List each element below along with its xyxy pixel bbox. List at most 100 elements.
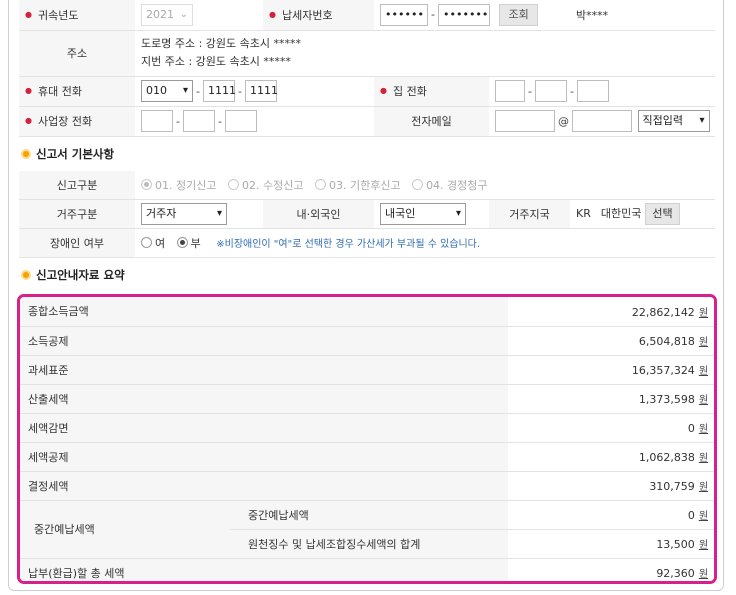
dash-separator: - (196, 84, 200, 98)
summary-row-value: 13,500 원 (508, 529, 714, 559)
year-select-value: 2021 (146, 7, 174, 21)
year-label: ● 귀속년도 (19, 0, 135, 31)
report-type-option-4[interactable]: 04. 경정청구 (412, 178, 495, 192)
required-mark-icon: ● (380, 86, 387, 95)
chevron-down-icon: ▾ (216, 208, 222, 219)
summary-section-title-text: 신고안내자료 요약 (36, 268, 125, 282)
region-name: 대한민국 (600, 207, 642, 220)
home-phone-mid-field[interactable] (534, 80, 567, 102)
nationality-select[interactable]: 내국인 ▾ (380, 203, 466, 225)
nationality-select-value: 내국인 (385, 207, 416, 220)
value-text: 92,360 (656, 567, 695, 580)
value-text: 1,062,838 (638, 451, 695, 464)
email-label: 전자메일 (374, 106, 489, 137)
currency-unit: 원 (698, 424, 709, 435)
summary-row-value: 1,373,598 원 (508, 384, 714, 414)
report-type-option-3[interactable]: 03. 기한후신고 (314, 178, 409, 192)
required-mark-icon: ● (269, 9, 276, 19)
value-text: 1,373,598 (638, 393, 695, 406)
home-phone-last-field[interactable] (576, 80, 609, 102)
summary-section-title: 신고안내자료 요약 (19, 258, 715, 292)
residence-select[interactable]: 거주자 ▾ (141, 203, 227, 225)
radio-icon (141, 237, 152, 248)
disabled-no-radio[interactable]: 부 (176, 237, 213, 250)
currency-unit: 원 (698, 453, 709, 464)
report-type-option-1[interactable]: 01. 정기신고 (141, 178, 224, 192)
summary-row-value: 16,357,324 원 (508, 355, 714, 385)
value-text: 0 (687, 509, 695, 522)
taxpayer-info-table: ● 귀속년도 2021 ⌄ ● 납세자번호 •••••• - ••••••• 조회 박**… (19, 0, 716, 137)
work-phone-label-text: 사업장 전화 (37, 115, 93, 128)
email-domain-field[interactable] (572, 110, 632, 132)
currency-unit: 원 (698, 482, 709, 493)
home-phone-label: ● 집 전화 (374, 76, 489, 107)
summary-row-label: 세액공제 (20, 442, 509, 472)
summary-row-label: 결정세액 (20, 471, 509, 501)
disabled-yes-text: 여 (155, 237, 166, 250)
report-type-option-2[interactable]: 02. 수정신고 (227, 178, 311, 192)
basic-section-title-text: 신고서 기본사항 (36, 146, 115, 161)
value-text: 0 (687, 422, 695, 435)
form-inner: ● 귀속년도 2021 ⌄ ● 납세자번호 •••••• - ••••••• 조회 박**… (19, 0, 716, 292)
region-select-button[interactable]: 선택 (645, 203, 680, 225)
currency-unit: 원 (698, 395, 709, 406)
chevron-down-icon: ▾ (182, 85, 188, 96)
mobile-prefix-select[interactable]: 010 ▾ (141, 80, 193, 102)
section-bullet-icon (21, 270, 31, 280)
mobile-last-field[interactable]: 1111 (244, 80, 278, 102)
summary-row-label: 산출세액 (20, 384, 509, 414)
disabled-note: ※비장애인이 "여"로 선택한 경우 가산세가 부과될 수 있습니다. (216, 239, 481, 250)
required-mark-icon: ● (25, 9, 32, 19)
value-text: 22,862,142 (631, 305, 695, 319)
summary-row-value: 22,862,142 원 (508, 297, 714, 327)
interim-label: 중간예납세액 (20, 500, 230, 559)
residence-label: 거주구분 (19, 199, 135, 229)
dash-separator: - (176, 114, 180, 128)
summary-row-label: 종합소득금액 (20, 297, 509, 327)
email-domain-select[interactable]: 직접입력 ▾ (637, 110, 710, 132)
mobile-label-text: 휴대 전화 (37, 85, 82, 98)
report-type-option-4-text: 04. 경정청구 (426, 178, 488, 192)
home-phone-area-field[interactable] (495, 80, 525, 102)
year-select[interactable]: 2021 ⌄ (141, 3, 193, 26)
currency-unit: 원 (698, 366, 709, 377)
interim-sub-label: 중간예납세액 (230, 500, 509, 530)
work-phone-mid-field[interactable] (182, 110, 215, 132)
required-mark-icon: ● (25, 86, 32, 95)
value-text: 13,500 (656, 538, 695, 551)
nationality-label: 내·외국인 (263, 199, 374, 229)
region-code: KR (576, 207, 591, 220)
home-phone-label-text: 집 전화 (392, 85, 427, 98)
value-text: 16,357,324 (631, 364, 695, 377)
summary-highlight-box: 종합소득금액 22,862,142 원 소득공제 6,504,818 원 과세표준 16,… (17, 294, 717, 584)
currency-unit: 원 (698, 511, 709, 522)
report-type-option-3-text: 03. 기한후신고 (328, 178, 401, 192)
currency-unit: 원 (698, 540, 709, 551)
lookup-button[interactable]: 조회 (499, 3, 538, 26)
form-panel: ● 귀속년도 2021 ⌄ ● 납세자번호 •••••• - ••••••• 조회 박**… (8, 0, 724, 591)
summary-row-value: 310,759 원 (508, 471, 714, 501)
radio-icon (412, 178, 424, 190)
year-label-text: 귀속년도 (37, 8, 79, 22)
taxid-field-front[interactable]: •••••• (380, 3, 428, 26)
work-phone-area-field[interactable] (141, 110, 173, 132)
summary-row-label: 세액감면 (20, 413, 509, 443)
work-phone-last-field[interactable] (224, 110, 257, 132)
mobile-prefix-value: 010 (146, 84, 167, 97)
road-address: 도로명 주소 : 강원도 속초시 ***** (141, 37, 302, 50)
email-id-field[interactable] (495, 110, 555, 132)
currency-unit: 원 (698, 569, 709, 580)
email-at-sign: @ (558, 114, 569, 128)
radio-icon (176, 237, 188, 248)
final-tax-value: 92,360 원 (508, 558, 714, 581)
disabled-no-text: 부 (190, 237, 201, 250)
report-type-label: 신고구분 (19, 170, 135, 200)
section-bullet-icon (21, 148, 31, 159)
disabled-yes-radio[interactable]: 여 (141, 237, 173, 250)
value-text: 310,759 (649, 480, 695, 493)
residence-select-value: 거주자 (146, 207, 177, 220)
taxid-field-back[interactable]: ••••••• (437, 3, 490, 26)
work-phone-label: ● 사업장 전화 (19, 106, 135, 137)
basic-info-table: 신고구분 01. 정기신고 02. 수정신고 03. 기한후신고 04. 경정청… (19, 170, 716, 258)
mobile-mid-field[interactable]: 1111 (202, 80, 236, 102)
